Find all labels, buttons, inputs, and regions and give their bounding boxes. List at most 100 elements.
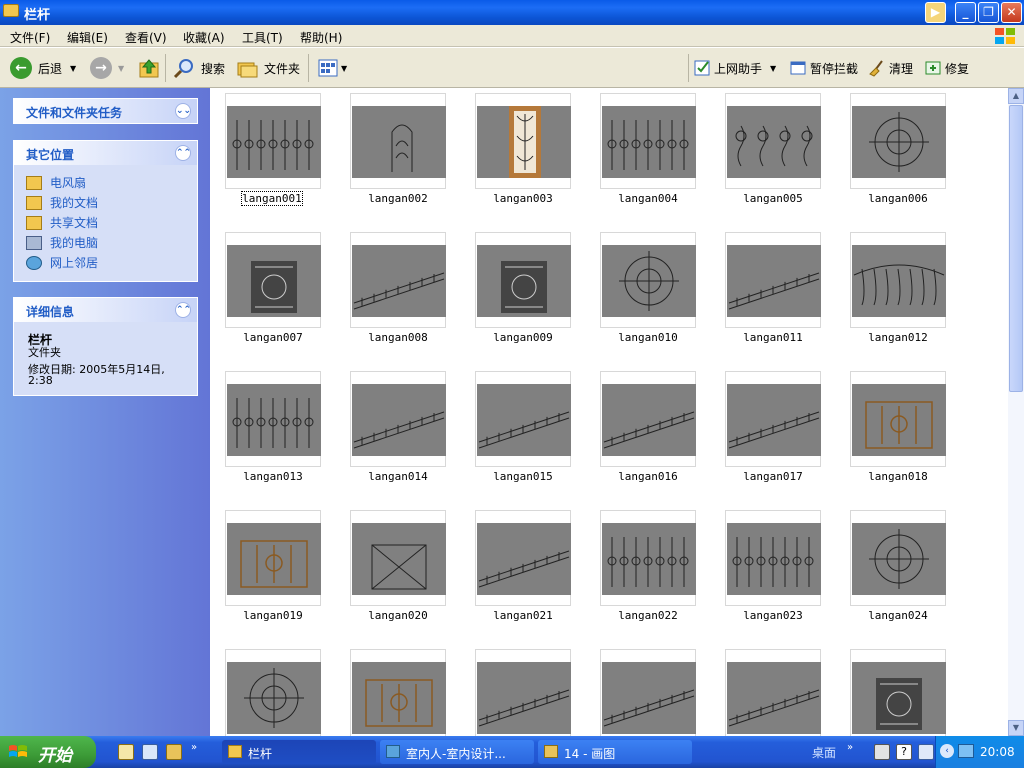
place-link-my-documents[interactable]: 我的文档 [26,194,98,211]
clock[interactable]: 20:08 [980,745,1015,759]
menu-edit[interactable]: 编辑(E) [67,29,108,46]
file-thumbnail[interactable] [225,232,321,328]
file-label[interactable]: langan002 [333,192,463,205]
chevron-down-icon[interactable]: ▼ [118,64,124,73]
file-thumbnail[interactable] [600,232,696,328]
toolbar-more-icon[interactable]: » [847,742,853,753]
file-thumbnail[interactable] [725,649,821,736]
file-thumbnail[interactable] [475,510,571,606]
file-thumbnail[interactable] [225,93,321,189]
file-thumbnail[interactable] [850,371,946,467]
file-label[interactable]: langan021 [458,609,588,622]
forward-button[interactable]: → ▼ [90,56,124,80]
file-thumbnail[interactable] [225,371,321,467]
chevron-down-icon[interactable]: ▼ [70,64,76,73]
file-label[interactable]: langan015 [458,470,588,483]
menu-view[interactable]: 查看(V) [125,29,167,46]
file-label[interactable]: langan011 [708,331,838,344]
chevron-down-icon[interactable]: ▼ [341,64,347,73]
file-tasks-header[interactable]: 文件和文件夹任务 ⌄⌄ [14,99,197,123]
collapse-icon[interactable]: ⌃⌃ [175,145,191,161]
network-tray-icon[interactable] [958,744,974,758]
file-thumbnail[interactable] [350,649,446,736]
place-link-fan[interactable]: 电风扇 [26,174,86,191]
file-thumbnail[interactable] [350,232,446,328]
file-label[interactable]: langan007 [210,331,338,344]
paint-brush-icon[interactable] [166,744,182,760]
file-label[interactable]: langan014 [333,470,463,483]
file-label[interactable]: langan024 [833,609,963,622]
file-thumbnail[interactable] [475,232,571,328]
search-button[interactable]: 搜索 [173,56,225,80]
menu-file[interactable]: 文件(F) [10,29,50,46]
file-label[interactable]: langan017 [708,470,838,483]
clean-button[interactable]: 清理 [868,56,913,80]
file-label[interactable]: langan012 [833,331,963,344]
other-places-header[interactable]: 其它位置 ⌃⌃ [14,141,197,165]
file-thumbnail[interactable] [725,371,821,467]
file-label[interactable]: langan018 [833,470,963,483]
media-player-icon[interactable]: ▶ [925,2,946,23]
browser-helper-button[interactable]: 上网助手 ▼ [694,56,776,80]
file-label[interactable]: langan023 [708,609,838,622]
file-thumbnail[interactable] [850,510,946,606]
file-label[interactable]: langan010 [583,331,713,344]
menu-tools[interactable]: 工具(T) [242,29,283,46]
folders-button[interactable]: 文件夹 [236,56,300,80]
restore-button[interactable]: ❐ [978,2,999,23]
file-thumbnail[interactable] [600,93,696,189]
quicklaunch-more-icon[interactable]: » [191,742,197,753]
scroll-down-button[interactable]: ▼ [1008,720,1024,736]
file-thumbnail[interactable] [850,232,946,328]
file-thumbnail[interactable] [475,649,571,736]
file-thumbnail[interactable] [350,371,446,467]
file-label[interactable]: langan020 [333,609,463,622]
close-button[interactable]: ✕ [1001,2,1022,23]
vertical-scrollbar[interactable]: ▲ ▼ [1008,88,1024,736]
menu-help[interactable]: 帮助(H) [300,29,342,46]
expand-icon[interactable]: ⌄⌄ [175,103,191,119]
help-icon[interactable]: ? [896,744,912,760]
file-label[interactable]: langan009 [458,331,588,344]
media-player-icon[interactable] [118,744,134,760]
task-browser[interactable]: 室内人-室内设计... [380,740,534,764]
details-header[interactable]: 详细信息 ⌃⌃ [14,298,197,322]
file-thumbnail[interactable] [725,510,821,606]
pause-block-button[interactable]: 暂停拦截 [789,56,858,80]
task-paint[interactable]: 14 - 画图 [538,740,692,764]
file-label[interactable]: langan005 [708,192,838,205]
file-label[interactable]: langan003 [458,192,588,205]
desktop-tool-icon[interactable] [142,744,158,760]
start-button[interactable]: 开始 [0,736,96,768]
minimize-button[interactable]: _ [955,2,976,23]
tray-expand-icon[interactable]: ‹ [940,744,954,758]
place-link-network[interactable]: 网上邻居 [26,254,98,271]
file-label[interactable]: langan019 [210,609,338,622]
file-label[interactable]: langan001 [241,191,303,206]
views-button[interactable]: ▼ [317,56,347,80]
task-explorer[interactable]: 栏杆 [222,740,376,764]
file-label[interactable]: langan004 [583,192,713,205]
file-label[interactable]: langan013 [210,470,338,483]
back-button[interactable]: ← 后退 ▼ [10,56,76,80]
file-label[interactable]: langan022 [583,609,713,622]
scroll-up-button[interactable]: ▲ [1008,88,1024,104]
file-thumbnail[interactable] [350,510,446,606]
file-thumbnail[interactable] [850,93,946,189]
collapse-icon[interactable]: ⌃⌃ [175,302,191,318]
repair-button[interactable]: 修复 [924,56,969,80]
file-label[interactable]: langan006 [833,192,963,205]
file-thumbnail[interactable] [350,93,446,189]
file-thumbnail[interactable] [225,649,321,736]
file-thumbnail[interactable] [725,93,821,189]
file-thumbnail[interactable] [850,649,946,736]
file-label[interactable]: langan008 [333,331,463,344]
scroll-thumb[interactable] [1009,105,1023,392]
file-thumbnail[interactable] [600,371,696,467]
title-bar[interactable]: 栏杆 ▶ _ ❐ ✕ [0,0,1024,25]
desktop-toolbar-label[interactable]: 桌面 [812,744,836,761]
file-thumbnail[interactable] [475,371,571,467]
file-thumbnail[interactable] [725,232,821,328]
language-icon[interactable] [918,744,934,760]
file-thumbnail[interactable] [475,93,571,189]
